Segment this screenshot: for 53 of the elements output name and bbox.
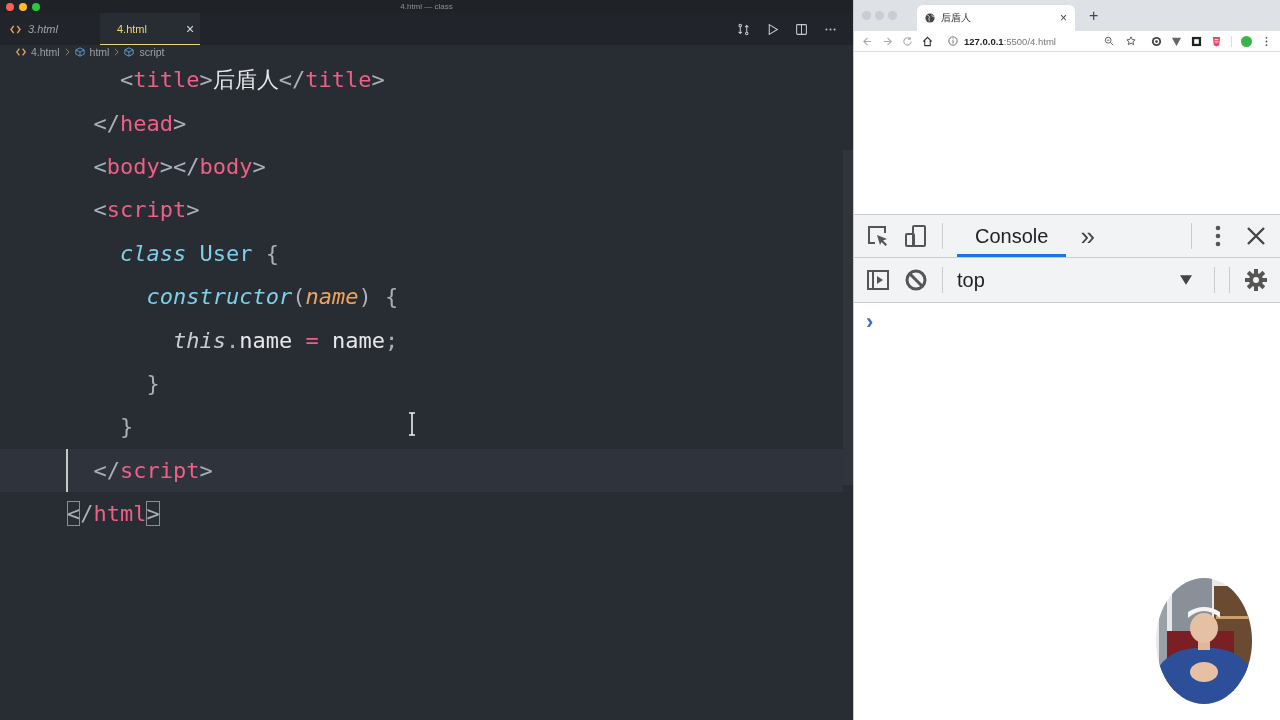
code-line: <title>后盾人</title>	[119, 65, 385, 94]
compare-changes-icon[interactable]	[737, 22, 750, 36]
address-bar[interactable]: 127.0.0.1:5500/4.html	[942, 32, 1142, 50]
text-caret	[66, 448, 68, 492]
new-tab-button[interactable]: +	[1089, 6, 1099, 25]
close-tab-button[interactable]: ×	[185, 20, 195, 37]
code-line: class User {	[119, 240, 279, 266]
more-tabs-button[interactable]: »	[1080, 220, 1095, 252]
globe-icon	[925, 13, 935, 23]
html-file-icon	[16, 46, 26, 57]
clear-console-icon[interactable]	[904, 268, 928, 292]
code-line: constructor(name) {	[146, 284, 399, 310]
cube-icon	[124, 46, 135, 57]
avatar-icon[interactable]	[1241, 35, 1252, 47]
code-line: }	[146, 370, 160, 396]
html-file-icon	[10, 24, 21, 34]
code-line: <script>	[93, 197, 200, 223]
star-icon[interactable]	[1126, 36, 1136, 46]
code-line: </html>	[67, 501, 160, 527]
zoom-window-button[interactable]	[32, 2, 40, 11]
minimize-window-button[interactable]	[19, 2, 27, 11]
text-cursor-icon	[407, 412, 417, 436]
inspect-element-icon[interactable]	[866, 224, 890, 248]
sidebar-toggle-icon[interactable]	[866, 268, 890, 292]
zoom-icon[interactable]	[1104, 36, 1114, 46]
browser-tab[interactable]: 后盾人 ×	[917, 5, 1075, 31]
close-window-button[interactable]	[6, 2, 14, 11]
chevron-icon	[64, 47, 70, 56]
extension-icon[interactable]	[1151, 35, 1162, 47]
info-icon	[948, 36, 958, 46]
code-line: }	[119, 414, 134, 440]
code-line: this.name = name;	[172, 327, 399, 353]
home-icon[interactable]	[922, 35, 933, 47]
breadcrumb-item[interactable]: html	[89, 45, 110, 58]
editor-tab[interactable]: 4.html ×	[100, 13, 200, 45]
run-icon[interactable]	[766, 22, 779, 36]
editor-tab[interactable]: 3.html	[0, 13, 85, 45]
breadcrumb-item[interactable]: script	[139, 45, 165, 58]
close-tab-button[interactable]: ×	[1060, 11, 1067, 25]
breadcrumb-item[interactable]: 4.html	[31, 45, 60, 58]
url-text: 127.0.0.1:5500/4.html	[964, 35, 1057, 47]
console-prompt[interactable]: ›	[866, 309, 874, 334]
code-line: </head>	[93, 110, 187, 136]
caret-icon	[1180, 275, 1192, 285]
cube-icon	[74, 46, 85, 57]
device-toolbar-icon[interactable]	[904, 224, 928, 248]
code-line: </script>	[93, 457, 213, 483]
split-editor-icon[interactable]	[795, 22, 808, 36]
extension-icon[interactable]	[1191, 35, 1202, 47]
window-title: 4.html — class	[400, 2, 453, 11]
chevron-icon	[114, 47, 120, 56]
code-line: <body></body>	[93, 153, 266, 179]
scrollbar-thumb[interactable]	[843, 150, 853, 485]
